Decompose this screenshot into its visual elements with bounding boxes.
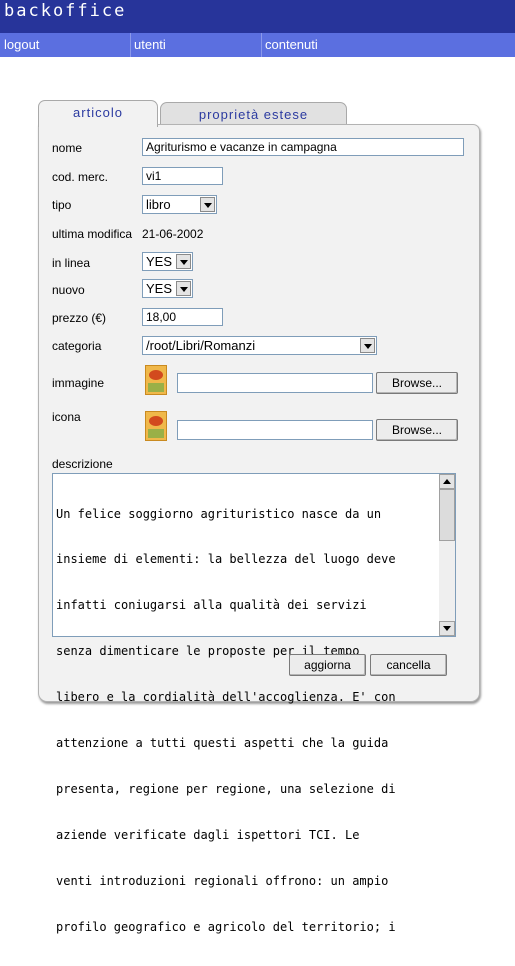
app-header: backoffice	[0, 0, 515, 33]
tab-articolo-label: articolo	[73, 105, 123, 120]
prezzo-label: prezzo (€)	[52, 311, 107, 325]
descrizione-line: presenta, regione per regione, una selez…	[56, 781, 396, 796]
descrizione-line: insieme di elementi: la bellezza del luo…	[56, 552, 396, 567]
tipo-select[interactable]: libro	[142, 195, 217, 214]
nav-contenuti[interactable]: contenuti	[265, 37, 318, 52]
descrizione-textarea[interactable]: Un felice soggiorno agrituristico nasce …	[52, 473, 456, 934]
icona-label: icona	[52, 410, 81, 424]
chevron-down-icon[interactable]	[176, 254, 191, 269]
nav-divider	[261, 33, 262, 57]
ultima-modifica-value: 21-06-2002	[142, 227, 204, 241]
immagine-browse-button[interactable]: Browse...	[376, 372, 458, 394]
app-title: backoffice	[4, 1, 127, 21]
main-nav: logout utenti contenuti	[0, 33, 515, 57]
categoria-select[interactable]: /root/Libri/Romanzi	[142, 336, 377, 355]
descrizione-line: libero e la cordialità dell'accoglienza.…	[56, 690, 396, 705]
scrollbar-thumb[interactable]	[439, 489, 455, 541]
nav-utenti[interactable]: utenti	[134, 37, 166, 52]
book-cover-thumbnail-icon	[145, 365, 167, 395]
chevron-down-icon[interactable]	[200, 197, 215, 212]
categoria-label: categoria	[52, 339, 102, 353]
descrizione-line: aziende verificate dagli ispettori TCI. …	[56, 827, 360, 842]
nuovo-select-value: YES	[146, 281, 173, 296]
scroll-up-icon[interactable]	[439, 474, 455, 489]
tab-proprieta-estese-label: proprietà estese	[198, 107, 309, 122]
descrizione-scrollbar[interactable]	[439, 474, 455, 636]
icona-file-input[interactable]	[177, 420, 373, 440]
cod-merc-label: cod. merc.	[52, 170, 109, 184]
nuovo-label: nuovo	[52, 283, 85, 297]
tipo-label: tipo	[52, 198, 72, 212]
nav-logout[interactable]: logout	[4, 37, 39, 52]
immagine-label: immagine	[52, 376, 105, 390]
categoria-select-value: /root/Libri/Romanzi	[146, 338, 256, 353]
article-form-panel: nome Agriturismo e vacanze in campagna c…	[38, 124, 480, 934]
descrizione-line: attenzione a tutti questi aspetti che la…	[56, 736, 389, 751]
in-linea-select-value: YES	[146, 254, 173, 269]
nome-label: nome	[52, 141, 83, 155]
nuovo-select[interactable]: YES	[142, 279, 193, 298]
aggiorna-button[interactable]: aggiorna	[289, 654, 366, 676]
ultima-modifica-label: ultima modifica	[52, 227, 133, 241]
scroll-down-icon[interactable]	[439, 621, 455, 636]
descrizione-line: infatti coniugarsi alla qualità dei serv…	[56, 598, 367, 613]
in-linea-label: in linea	[52, 256, 91, 270]
tipo-select-value: libro	[146, 197, 171, 212]
descrizione-line: profilo geografico e agricolo del territ…	[56, 919, 396, 934]
nome-input[interactable]: Agriturismo e vacanze in campagna	[142, 138, 464, 156]
cod-merc-input[interactable]: vi1	[142, 167, 223, 185]
chevron-down-icon[interactable]	[360, 338, 375, 353]
chevron-down-icon[interactable]	[176, 281, 191, 296]
descrizione-text: Un felice soggiorno agrituristico nasce …	[56, 476, 436, 966]
icona-browse-button[interactable]: Browse...	[376, 419, 458, 441]
tab-articolo[interactable]: articolo	[38, 100, 158, 127]
descrizione-line: Un felice soggiorno agrituristico nasce …	[56, 506, 382, 521]
in-linea-select[interactable]: YES	[142, 252, 193, 271]
descrizione-label: descrizione	[52, 457, 113, 471]
nav-divider	[130, 33, 131, 57]
descrizione-line: venti introduzioni regionali offrono: un…	[56, 873, 389, 888]
immagine-file-input[interactable]	[177, 373, 373, 393]
prezzo-input[interactable]: 18,00	[142, 308, 223, 326]
cancella-button[interactable]: cancella	[370, 654, 447, 676]
book-cover-thumbnail-icon	[145, 411, 167, 441]
